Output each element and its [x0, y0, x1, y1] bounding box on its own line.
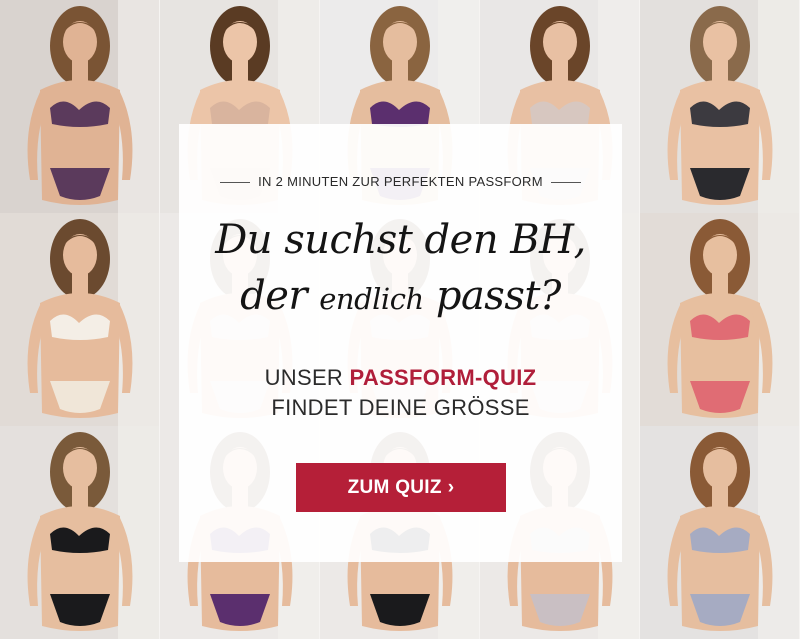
- eyebrow-text: IN 2 MINUTEN ZUR PERFEKTEN PASSFORM: [179, 174, 622, 189]
- cta-label: ZUM QUIZ: [347, 476, 442, 498]
- divider-right: [550, 182, 581, 184]
- subheadline-line-2: FINDET DEINE GRÖSSE: [271, 395, 530, 420]
- quiz-cta-button[interactable]: ZUM QUIZ ›: [296, 463, 506, 512]
- eyebrow-label: IN 2 MINUTEN ZUR PERFEKTEN PASSFORM: [258, 174, 543, 189]
- model-photo: [0, 0, 160, 213]
- divider-left: [220, 182, 251, 184]
- model-photo: [0, 426, 160, 639]
- model-photo: [640, 426, 800, 639]
- headline-part-b: endlich: [319, 282, 424, 316]
- quiz-promo-panel: IN 2 MINUTEN ZUR PERFEKTEN PASSFORM Du s…: [179, 124, 622, 562]
- model-photo: [0, 213, 160, 426]
- headline: Du suchst den BH, der endlich passt?: [179, 212, 622, 327]
- subheadline-plain: UNSER: [264, 365, 350, 390]
- chevron-right-icon: ›: [447, 476, 455, 498]
- headline-part-a: der: [240, 273, 320, 319]
- subheadline-line-1: UNSER PASSFORM-QUIZ: [179, 363, 622, 393]
- headline-line-2: der endlich passt?: [179, 268, 622, 327]
- headline-part-c: passt?: [423, 273, 562, 319]
- subheadline: UNSER PASSFORM-QUIZ FINDET DEINE GRÖSSE: [179, 363, 622, 423]
- headline-line-1: Du suchst den BH,: [215, 217, 586, 263]
- subheadline-accent: PASSFORM-QUIZ: [349, 365, 537, 390]
- model-photo: [640, 213, 800, 426]
- model-photo: [640, 0, 800, 213]
